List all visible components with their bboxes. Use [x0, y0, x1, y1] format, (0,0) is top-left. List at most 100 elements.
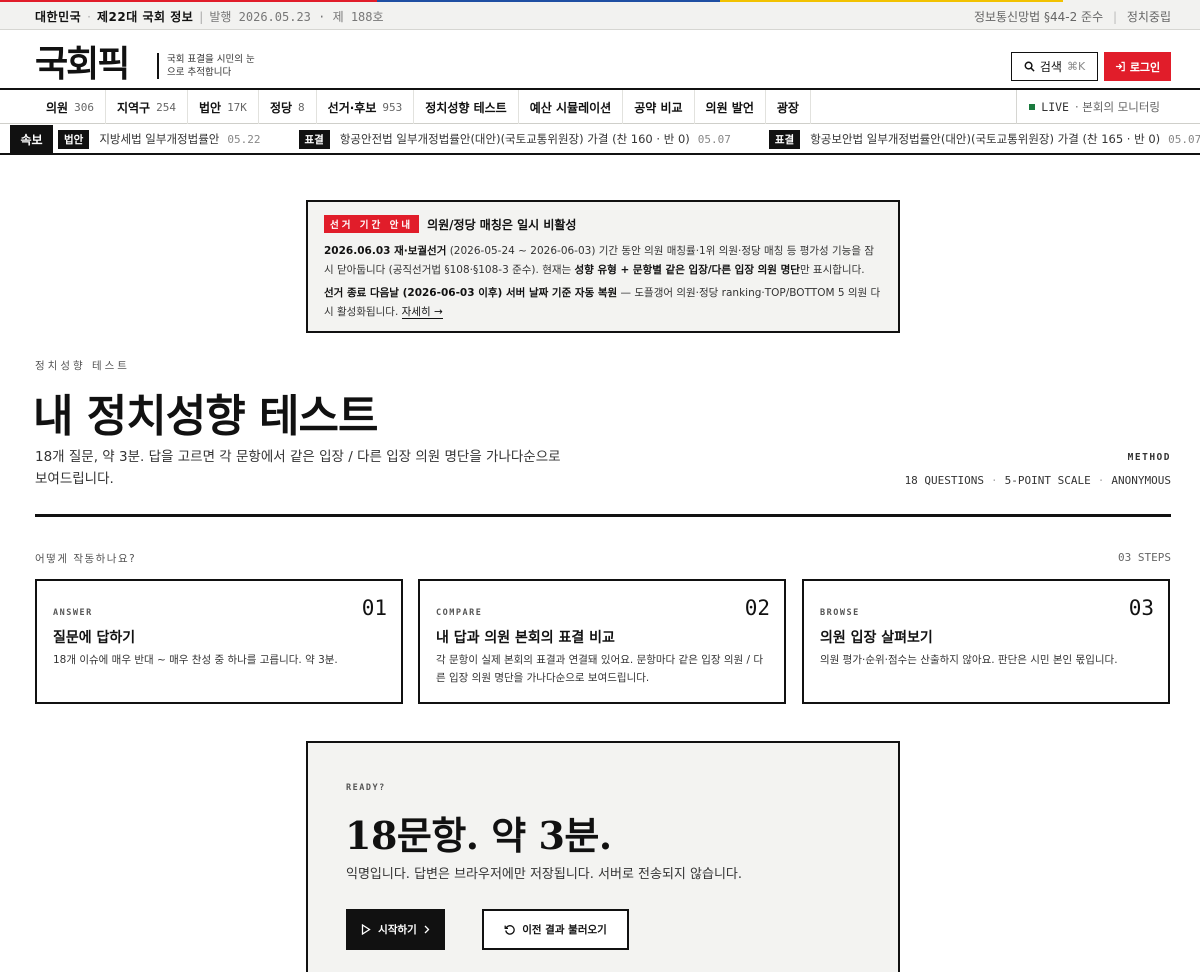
step-description: 각 문항이 실제 본회의 표결과 연결돼 있어요. 문항마다 같은 입장 의원 … [436, 654, 764, 684]
nav-item-label: 지역구 [116, 100, 151, 115]
nav-item-label: 선거·후보 [327, 100, 377, 115]
assembly-label: 제22대 국회 정보 [97, 10, 194, 24]
nav-item-count: 17K [227, 100, 247, 114]
login-icon [1115, 61, 1126, 72]
ticker-tag: 표결 [768, 129, 801, 149]
step-card-answer: ANSWER 01 질문에 답하기 18개 이슈에 매우 반대 ~ 매우 찬성 … [35, 579, 403, 704]
notice-paragraph-2: 선거 종료 다음날 (2026-06-03 이후) 서버 날짜 기준 자동 복원… [324, 287, 881, 319]
history-icon [504, 924, 516, 936]
step-description: 의원 평가·순위·점수는 산출하지 않아요. 판단은 시민 본인 몫입니다. [820, 654, 1118, 666]
ticker-date: 05.07 [697, 132, 731, 146]
nav-item-count: 254 [156, 100, 176, 114]
ready-subtitle: 익명입니다. 답변은 브라우저에만 저장됩니다. 서버로 전송되지 않습니다. [346, 867, 742, 882]
nav-item[interactable]: 법안 17K [188, 90, 259, 124]
ticker-text: 지방세법 일부개정법률안 [99, 132, 220, 146]
ticker-item[interactable]: 표결 항공안전법 일부개정법률안(대안)(국토교통위원장) 가결 (찬 160 ·… [298, 129, 731, 149]
nav-item-count: 8 [298, 100, 305, 114]
nav-item[interactable]: 예산 시뮬레이션 [519, 90, 624, 124]
ticker-text: 항공안전법 일부개정법률안(대안)(국토교통위원장) 가결 (찬 160 · 반… [339, 132, 690, 146]
nav-item[interactable]: 정치성향 테스트 [414, 90, 519, 124]
ticker-date: 05.22 [227, 132, 261, 146]
step-title: 의원 입장 살펴보기 [820, 630, 933, 646]
main-nav: 의원 306 지역구 254 법안 17K 정당 8 선거·후보 953 정치성향 테스트 예산 시뮬… [0, 90, 1200, 124]
notice-badge: 선거 기간 안내 [324, 215, 420, 233]
neutral-link[interactable]: 정치중립 [1127, 10, 1171, 24]
start-label: 시작하기 [378, 924, 417, 936]
search-button[interactable]: 검색 ⌘K [1011, 52, 1098, 81]
search-icon [1024, 61, 1035, 72]
login-label: 로그인 [1129, 60, 1161, 74]
step-number: 01 [361, 596, 387, 620]
nav-item-label: 의원 발언 [705, 100, 754, 115]
site-logo[interactable]: 국회픽 [35, 35, 130, 87]
live-dot-icon [1029, 104, 1036, 110]
page-title: 내 정치성향 테스트 [33, 391, 378, 442]
law-compliance-link[interactable]: 정보통신망법 §44-2 준수 [974, 10, 1103, 24]
nav-item-count: 953 [382, 100, 403, 114]
ticker-date: 05.07 [1168, 132, 1200, 146]
step-description: 18개 이슈에 매우 반대 ~ 매우 찬성 중 하나를 고릅니다. 약 3분. [53, 654, 338, 666]
load-previous-label: 이전 결과 불러오기 [522, 924, 607, 936]
ticker-tag: 표결 [298, 129, 330, 149]
ticker-item[interactable]: 표결 항공보안법 일부개정법률안(대안)(국토교통위원장) 가결 (찬 165 ·… [768, 129, 1200, 149]
utility-bar: 대한민국 · 제22대 국회 정보 | 발행 2026.05.23 · 제 18… [0, 0, 1200, 30]
nav-item[interactable]: 지역구 254 [106, 90, 188, 124]
start-button[interactable]: 시작하기 [346, 909, 445, 950]
login-button[interactable]: 로그인 [1104, 52, 1171, 81]
election-notice: 선거 기간 안내 의원/정당 매칭은 일시 비활성 2026.06.03 재·보… [306, 200, 900, 333]
nav-item-label: 예산 시뮬레이션 [529, 100, 612, 115]
steps-count: 03 STEPS [1118, 551, 1171, 564]
country-label: 대한민국 [35, 10, 82, 24]
page-description: 18개 질문, 약 3분. 답을 고르면 각 문항에서 같은 입장 / 다른 입… [35, 449, 561, 487]
nav-item[interactable]: 광장 [766, 90, 811, 124]
ticker-tag: 법안 [58, 129, 90, 149]
ticker-text: 항공보안법 일부개정법률안(대안)(국토교통위원장) 가결 (찬 165 · 반… [810, 132, 1161, 146]
nav-item[interactable]: 공약 비교 [623, 90, 695, 124]
notice-paragraph-1: 2026.06.03 재·보궐선거 (2026-05-24 ~ 2026-06-… [324, 245, 874, 276]
nav-item[interactable]: 선거·후보 953 [317, 90, 415, 124]
nav-item[interactable]: 의원 306 [35, 90, 106, 124]
ticker-label: 속보 [10, 125, 53, 153]
nav-item-label: 법안 [198, 100, 222, 115]
step-card-compare: COMPARE 02 내 답과 의원 본회의 표결 비교 각 문항이 실제 본회… [418, 579, 786, 704]
method-label: METHOD [1127, 452, 1171, 463]
news-ticker: 속보 법안 지방세법 일부개정법률안 05.22 표결 항공안전법 일부개정법률안(대안… [0, 125, 1200, 155]
nav-item-label: 의원 [46, 100, 69, 115]
notice-more-link[interactable]: 자세히 → [401, 306, 443, 319]
nav-item-count: 306 [74, 100, 94, 114]
nav-item[interactable]: 의원 발언 [695, 90, 766, 124]
ready-title: 18문항. 약 3분. [345, 813, 612, 858]
chevron-right-icon [424, 925, 430, 934]
nav-item-label: 광장 [776, 100, 799, 115]
nav-item-label: 정당 [269, 100, 293, 115]
hero-divider [35, 514, 1171, 517]
step-title: 질문에 답하기 [53, 630, 136, 646]
step-tag: ANSWER [53, 608, 93, 618]
method-values: 18 QUESTIONS · 5-POINT SCALE · ANONYMOUS [904, 474, 1171, 487]
site-header: 국회픽 국회 표결을 시민의 눈으로 추적합니다 검색 ⌘K 로그인 [0, 30, 1200, 90]
nav-item-label: 공약 비교 [634, 100, 683, 115]
nav-item-label: 정치성향 테스트 [425, 100, 507, 115]
page-kicker: 정치성향 테스트 [35, 360, 130, 372]
step-title: 내 답과 의원 본회의 표결 비교 [436, 630, 615, 646]
notice-title: 의원/정당 매칭은 일시 비활성 [427, 217, 577, 232]
flag-stripe [0, 0, 1200, 2]
issue-label: 발행 2026.05.23 · 제 188호 [209, 10, 384, 24]
step-tag: BROWSE [820, 608, 860, 618]
live-indicator[interactable]: LIVE · 본회의 모니터링 [1016, 90, 1160, 124]
live-label: LIVE [1041, 100, 1069, 114]
how-label: 어떻게 작동하나요? [35, 553, 137, 565]
ready-tag: READY? [346, 783, 386, 793]
step-number: 02 [744, 596, 770, 620]
search-shortcut: ⌘K [1066, 60, 1086, 73]
ready-card: READY? 18문항. 약 3분. 익명입니다. 답변은 브라우저에만 저장됩… [306, 741, 900, 972]
live-text: · 본회의 모니터링 [1074, 100, 1160, 114]
ticker-item[interactable]: 법안 지방세법 일부개정법률안 05.22 [58, 129, 261, 149]
load-previous-button[interactable]: 이전 결과 불러오기 [482, 909, 629, 950]
step-number: 03 [1128, 596, 1154, 620]
nav-item[interactable]: 정당 8 [259, 90, 317, 124]
search-label: 검색 [1039, 60, 1062, 74]
step-card-browse: BROWSE 03 의원 입장 살펴보기 의원 평가·순위·점수는 산출하지 않… [802, 579, 1170, 704]
step-tag: COMPARE [436, 608, 483, 618]
play-icon [361, 924, 371, 935]
